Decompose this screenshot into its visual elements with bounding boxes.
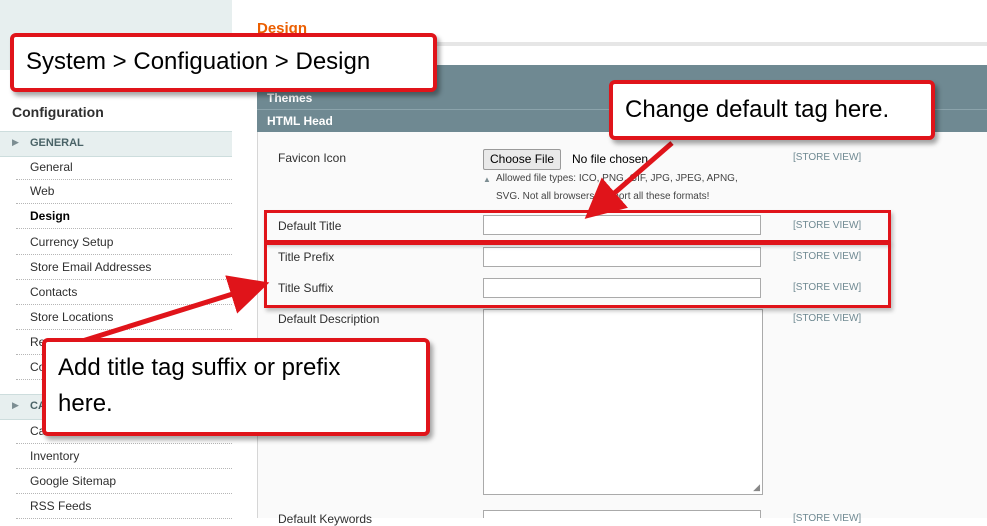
- callout-text-line2: here.: [58, 390, 113, 417]
- callout-text: Change default tag here.: [625, 96, 890, 123]
- callout-suffix-prefix: Add title tag suffix or prefix here.: [42, 338, 430, 436]
- callout-breadcrumb: System > Configuation > Design: [10, 33, 437, 92]
- callout-text-line1: Add title tag suffix or prefix: [58, 354, 341, 381]
- callout-default-tag: Change default tag here.: [609, 80, 935, 140]
- callout-text: System > Configuation > Design: [26, 48, 371, 75]
- arrow-to-default-title: [584, 141, 674, 219]
